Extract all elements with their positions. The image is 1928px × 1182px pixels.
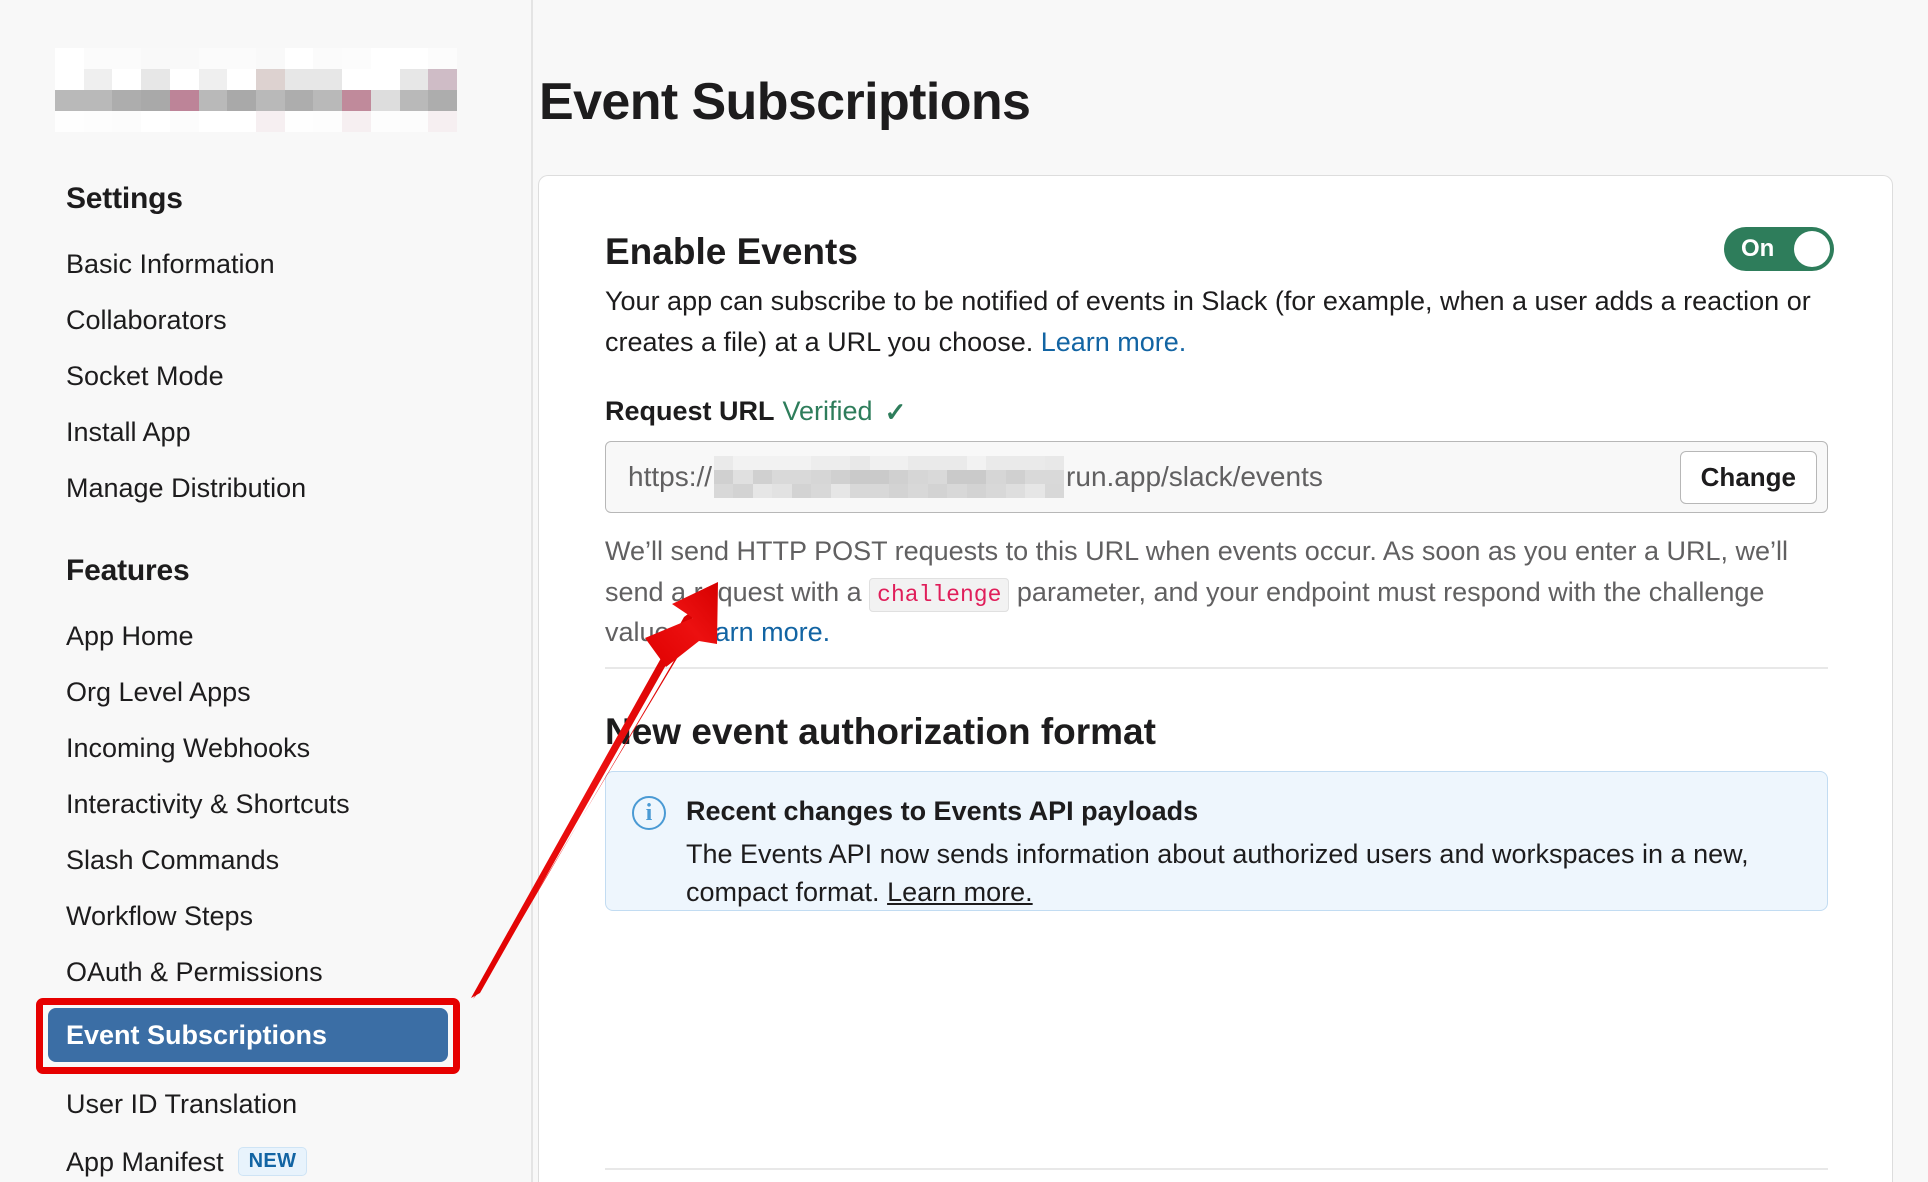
request-url-input[interactable]: https:// run.app/slack/events Change: [605, 441, 1828, 513]
request-url-redacted-host: [714, 456, 1064, 498]
enable-events-heading: Enable Events: [605, 231, 858, 273]
challenge-code-token: challenge: [869, 578, 1009, 612]
info-callout: i Recent changes to Events API payloads …: [605, 771, 1828, 911]
info-callout-text: Recent changes to Events API payloads Th…: [686, 794, 1786, 888]
enable-events-learn-more-link[interactable]: Learn more.: [1041, 327, 1187, 357]
sidebar-item-app-home[interactable]: App Home: [66, 623, 194, 650]
info-callout-body-text: The Events API now sends information abo…: [686, 839, 1749, 907]
sidebar-item-event-subscriptions-label: Event Subscriptions: [66, 1020, 327, 1051]
sidebar-item-event-subscriptions[interactable]: Event Subscriptions: [48, 1008, 448, 1062]
request-url-label: Request URL: [605, 396, 775, 427]
request-url-prefix: https://: [628, 461, 712, 493]
sidebar-item-socket-mode[interactable]: Socket Mode: [66, 363, 224, 390]
request-url-value: https:// run.app/slack/events: [628, 456, 1323, 498]
sidebar-item-user-id-translation[interactable]: User ID Translation: [66, 1091, 297, 1118]
sidebar: Settings Basic Information Collaborators…: [0, 0, 533, 1182]
info-callout-title: Recent changes to Events API payloads: [686, 794, 1786, 829]
change-url-button[interactable]: Change: [1680, 451, 1817, 504]
sidebar-item-oauth-permissions[interactable]: OAuth & Permissions: [66, 959, 323, 986]
info-callout-body: The Events API now sends information abo…: [686, 835, 1786, 912]
main-content: Event Subscriptions Enable Events On You…: [533, 0, 1928, 1182]
sidebar-item-incoming-webhooks[interactable]: Incoming Webhooks: [66, 735, 310, 762]
sidebar-section-features: Features: [66, 554, 189, 588]
auth-format-heading: New event authorization format: [605, 711, 1156, 753]
app-root: Settings Basic Information Collaborators…: [0, 0, 1928, 1182]
verified-check-icon: ✓: [885, 399, 907, 425]
request-url-suffix: run.app/slack/events: [1066, 461, 1323, 493]
sidebar-item-basic-information[interactable]: Basic Information: [66, 251, 275, 278]
new-badge: NEW: [238, 1147, 308, 1176]
sidebar-item-interactivity-shortcuts[interactable]: Interactivity & Shortcuts: [66, 791, 350, 818]
settings-card: Enable Events On Your app can subscribe …: [538, 175, 1893, 1182]
info-callout-learn-more-link[interactable]: Learn more.: [887, 877, 1033, 907]
enable-events-toggle-label: On: [1741, 235, 1774, 263]
page-title: Event Subscriptions: [539, 72, 1030, 132]
sidebar-item-collaborators[interactable]: Collaborators: [66, 307, 227, 334]
sidebar-item-app-manifest[interactable]: App Manifest NEW: [66, 1147, 307, 1176]
sidebar-item-manage-distribution[interactable]: Manage Distribution: [66, 475, 306, 502]
request-url-label-row: Request URL Verified ✓: [605, 396, 906, 427]
section-divider-1: [605, 667, 1828, 669]
request-url-verified-status: Verified: [783, 396, 873, 427]
request-url-help-text: We’ll send HTTP POST requests to this UR…: [605, 531, 1837, 653]
toggle-knob: [1794, 231, 1830, 267]
info-icon: i: [632, 796, 666, 830]
sidebar-item-app-manifest-label: App Manifest: [66, 1147, 224, 1177]
sidebar-item-org-level-apps[interactable]: Org Level Apps: [66, 679, 251, 706]
enable-events-toggle[interactable]: On: [1724, 227, 1834, 271]
section-divider-2: [605, 1168, 1828, 1170]
sidebar-item-slash-commands[interactable]: Slash Commands: [66, 847, 279, 874]
enable-events-description: Your app can subscribe to be notified of…: [605, 281, 1835, 363]
sidebar-item-install-app[interactable]: Install App: [66, 419, 191, 446]
request-url-learn-more-link[interactable]: Learn more.: [685, 617, 831, 647]
app-logo-redacted: [55, 48, 457, 132]
sidebar-section-settings: Settings: [66, 182, 183, 216]
sidebar-item-workflow-steps[interactable]: Workflow Steps: [66, 903, 253, 930]
enable-events-description-text: Your app can subscribe to be notified of…: [605, 286, 1811, 357]
